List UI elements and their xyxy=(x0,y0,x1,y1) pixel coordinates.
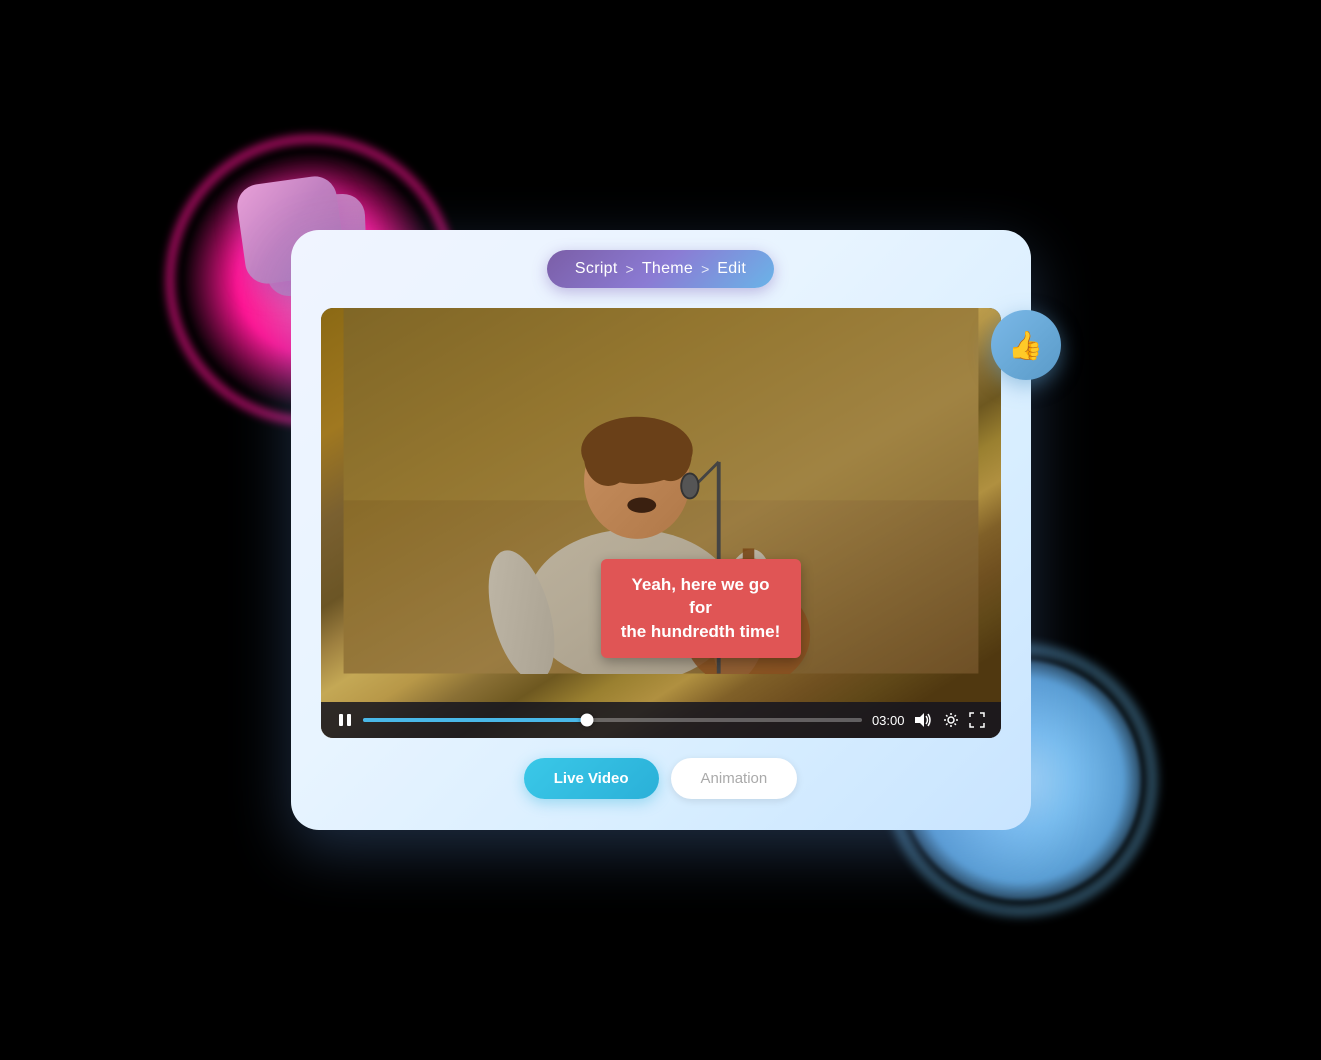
video-frame: Yeah, here we go for the hundredth time! xyxy=(321,308,1001,738)
thumbs-up-icon: 👍 xyxy=(1008,329,1043,362)
breadcrumb-theme[interactable]: Theme xyxy=(642,260,693,278)
progress-fill xyxy=(363,718,588,722)
breadcrumb-edit[interactable]: Edit xyxy=(717,260,746,278)
main-card: Script > Theme > Edit xyxy=(291,230,1031,830)
live-video-button[interactable]: Live Video xyxy=(524,758,659,799)
scene: Script > Theme > Edit xyxy=(211,130,1111,930)
thumbs-up-badge: 👍 xyxy=(991,310,1061,380)
fullscreen-button[interactable] xyxy=(969,712,985,728)
volume-button[interactable] xyxy=(915,713,933,727)
time-display: 03:00 xyxy=(872,713,905,728)
animation-button[interactable]: Animation xyxy=(671,758,798,799)
video-player: Yeah, here we go for the hundredth time! xyxy=(321,308,1001,738)
breadcrumb-script[interactable]: Script xyxy=(575,260,618,278)
breadcrumb-sep-1: > xyxy=(626,261,634,277)
video-type-buttons: Live Video Animation xyxy=(524,758,797,799)
pause-button[interactable] xyxy=(337,712,353,728)
settings-button[interactable] xyxy=(943,712,959,728)
progress-bar[interactable] xyxy=(363,718,862,722)
breadcrumb-sep-2: > xyxy=(701,261,709,277)
progress-thumb[interactable] xyxy=(581,714,594,727)
video-subtitle: Yeah, here we go for the hundredth time! xyxy=(601,559,801,658)
video-controls[interactable]: 03:00 xyxy=(321,702,1001,738)
breadcrumb[interactable]: Script > Theme > Edit xyxy=(547,250,774,288)
